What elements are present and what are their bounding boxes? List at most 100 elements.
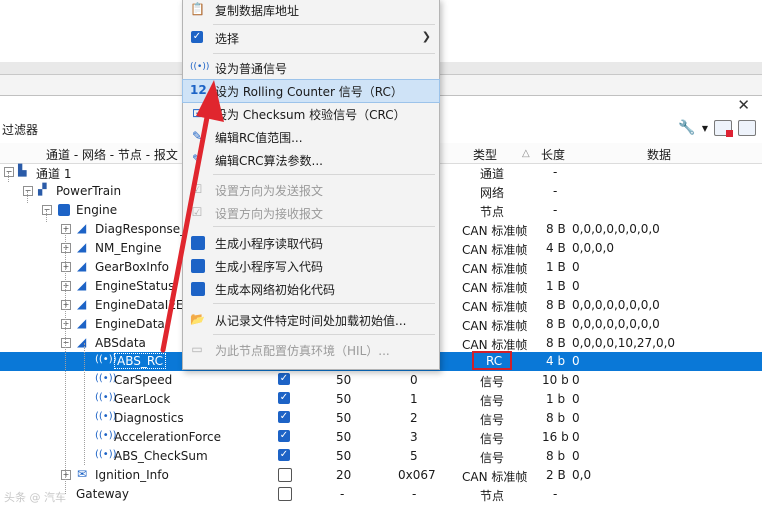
- message-length: 8 B: [546, 317, 566, 331]
- signal-type: 信号: [480, 451, 505, 465]
- menu-item-set-normal[interactable]: ((•)) 设为普通信号: [183, 57, 439, 79]
- header-type[interactable]: 类型: [473, 146, 497, 163]
- menu-item-set-send: ☑ 设置方向为发送报文: [183, 179, 439, 201]
- tree-row-signal[interactable]: ((•)) GearLock ✓ 50 1 信号 1 b 0: [0, 390, 762, 409]
- tree-row-signal[interactable]: ((•)) CarSpeed ✓ 50 0 信号 10 b 0: [0, 371, 762, 390]
- message-icon: ◢: [77, 240, 87, 254]
- signal-col1: 50: [336, 449, 352, 463]
- row-type: 节点: [480, 205, 505, 219]
- wrench-icon[interactable]: 🔧: [678, 120, 695, 136]
- expand-icon[interactable]: +: [61, 281, 71, 291]
- message-length: 8 B: [546, 336, 566, 350]
- menu-label: 生成小程序读取代码: [215, 237, 324, 251]
- menu-item-gen-write[interactable]: C 生成小程序写入代码: [183, 255, 439, 277]
- tree-row-signal[interactable]: ((•)) Diagnostics ✓ 50 2 信号 8 b 0: [0, 409, 762, 428]
- message-data: 0,0,0,0,0,0,0,0: [572, 298, 660, 312]
- message-length: 2 B: [546, 468, 566, 482]
- message-name: GearBoxInfo: [95, 260, 169, 274]
- menu-separator: [213, 226, 435, 227]
- message-name: NM_Engine: [95, 241, 162, 255]
- expand-icon[interactable]: +: [61, 224, 71, 234]
- tree-row-node[interactable]: Gateway - - 节点 -: [0, 485, 762, 504]
- tree-row-signal[interactable]: ((•)) AccelerationForce ✓ 50 3 信号 16 b 0: [0, 428, 762, 447]
- tree-row-signal[interactable]: ((•)) ABS_CheckSum ✓ 50 5 信号 8 b 0: [0, 447, 762, 466]
- collapse-icon[interactable]: −: [42, 205, 52, 215]
- menu-label: 选择: [215, 32, 240, 46]
- menu-label: 从记录文件特定时间处加载初始值...: [215, 314, 407, 328]
- node-col2: -: [412, 487, 417, 501]
- expand-icon[interactable]: +: [61, 300, 71, 310]
- collapse-icon[interactable]: −: [23, 186, 33, 196]
- header-length[interactable]: 长度: [541, 146, 565, 163]
- close-icon[interactable]: ✕: [737, 96, 750, 114]
- signal-checkbox[interactable]: ✓: [278, 392, 290, 404]
- menu-separator: [213, 174, 435, 175]
- message-icon: ◢: [77, 316, 87, 330]
- expand-icon[interactable]: +: [61, 262, 71, 272]
- c-code-icon: C: [191, 282, 205, 296]
- menu-item-set-crc[interactable]: ⊡ 设为 Checksum 校验信号（CRC）: [183, 103, 439, 125]
- expand-icon[interactable]: +: [61, 243, 71, 253]
- c-code-icon: C: [191, 236, 205, 250]
- menu-item-gen-init[interactable]: C 生成本网络初始化代码: [183, 278, 439, 300]
- signal-name: CarSpeed: [114, 373, 173, 387]
- menu-item-copy-db[interactable]: 📋 复制数据库地址: [183, 0, 439, 21]
- signal-name: ABS_CheckSum: [114, 449, 208, 463]
- signal-length: 4 b: [546, 354, 566, 368]
- menu-label: 复制数据库地址: [215, 4, 300, 18]
- node-name: Gateway: [76, 487, 130, 501]
- checkbox-icon: ✓: [191, 31, 203, 43]
- menu-label: 生成本网络初始化代码: [215, 283, 336, 297]
- signal-col1: 50: [336, 430, 352, 444]
- signal-data: 0: [572, 449, 580, 463]
- signal-checkbox[interactable]: ✓: [278, 449, 290, 461]
- signal-name: Diagnostics: [114, 411, 184, 425]
- message-data: 0,0,0,0,0,0,0,0: [572, 222, 660, 236]
- header-data[interactable]: 数据: [647, 146, 671, 163]
- message-icon: ◢: [77, 297, 87, 311]
- signal-data: 0: [572, 373, 580, 387]
- menu-item-gen-read[interactable]: C 生成小程序读取代码: [183, 232, 439, 254]
- signal-checkbox[interactable]: ✓: [278, 430, 290, 442]
- tree-guide: [84, 343, 85, 465]
- send-icon: ☑: [191, 182, 203, 196]
- signal-length: 1 b: [546, 392, 566, 406]
- signal-checkbox[interactable]: ✓: [278, 411, 290, 423]
- node-col1: -: [340, 487, 345, 501]
- message-name: EngineData: [95, 317, 165, 331]
- signal-data: 0: [572, 392, 580, 406]
- menu-item-set-rc[interactable]: 12 设为 Rolling Counter 信号（RC）: [182, 79, 440, 103]
- signal-checkbox[interactable]: ✓: [278, 373, 290, 385]
- tree-guide: [27, 191, 28, 203]
- expand-icon[interactable]: +: [61, 470, 71, 480]
- sort-icon: △: [522, 148, 530, 159]
- signal-name: ABS_RC: [114, 353, 166, 369]
- menu-item-set-recv: ☑ 设置方向为接收报文: [183, 202, 439, 224]
- chevron-down-icon[interactable]: ▼: [702, 124, 708, 133]
- collapse-icon[interactable]: −: [4, 167, 14, 177]
- message-length: 1 B: [546, 279, 566, 293]
- message-type: CAN 标准帧: [462, 224, 528, 238]
- menu-item-load-init[interactable]: 📂 从记录文件特定时间处加载初始值...: [183, 309, 439, 331]
- tree-guide: [46, 210, 47, 222]
- signal-col2: 2: [410, 411, 418, 425]
- collapse-icon[interactable]: −: [61, 338, 71, 348]
- message-name: Ignition_Info: [95, 468, 169, 482]
- node-len: -: [553, 487, 558, 501]
- filter-clear-icon[interactable]: [714, 120, 733, 137]
- menu-item-edit-crc[interactable]: ✎ 编辑CRC算法参数...: [183, 149, 439, 171]
- signal-data: 0: [572, 411, 580, 425]
- node-checkbox[interactable]: [278, 487, 292, 501]
- expand-icon[interactable]: +: [61, 319, 71, 329]
- tree-row-message[interactable]: + ✉ Ignition_Info 20 0x067 CAN 标准帧 2 B 0…: [0, 466, 762, 485]
- message-checkbox[interactable]: [278, 468, 292, 482]
- signal-icon: ((•)): [95, 373, 117, 384]
- signal-name: GearLock: [114, 392, 171, 406]
- header-tree[interactable]: 通道 - 网络 - 节点 - 报文: [46, 146, 178, 163]
- menu-item-select[interactable]: ✓ 选择 ❯: [183, 27, 439, 49]
- signal-col2: 1: [410, 392, 418, 406]
- menu-label: 设置方向为发送报文: [215, 184, 324, 198]
- export-icon[interactable]: [738, 120, 756, 136]
- signal-data: 0: [572, 430, 580, 444]
- menu-item-edit-rc[interactable]: ✎ 编辑RC值范围...: [183, 126, 439, 148]
